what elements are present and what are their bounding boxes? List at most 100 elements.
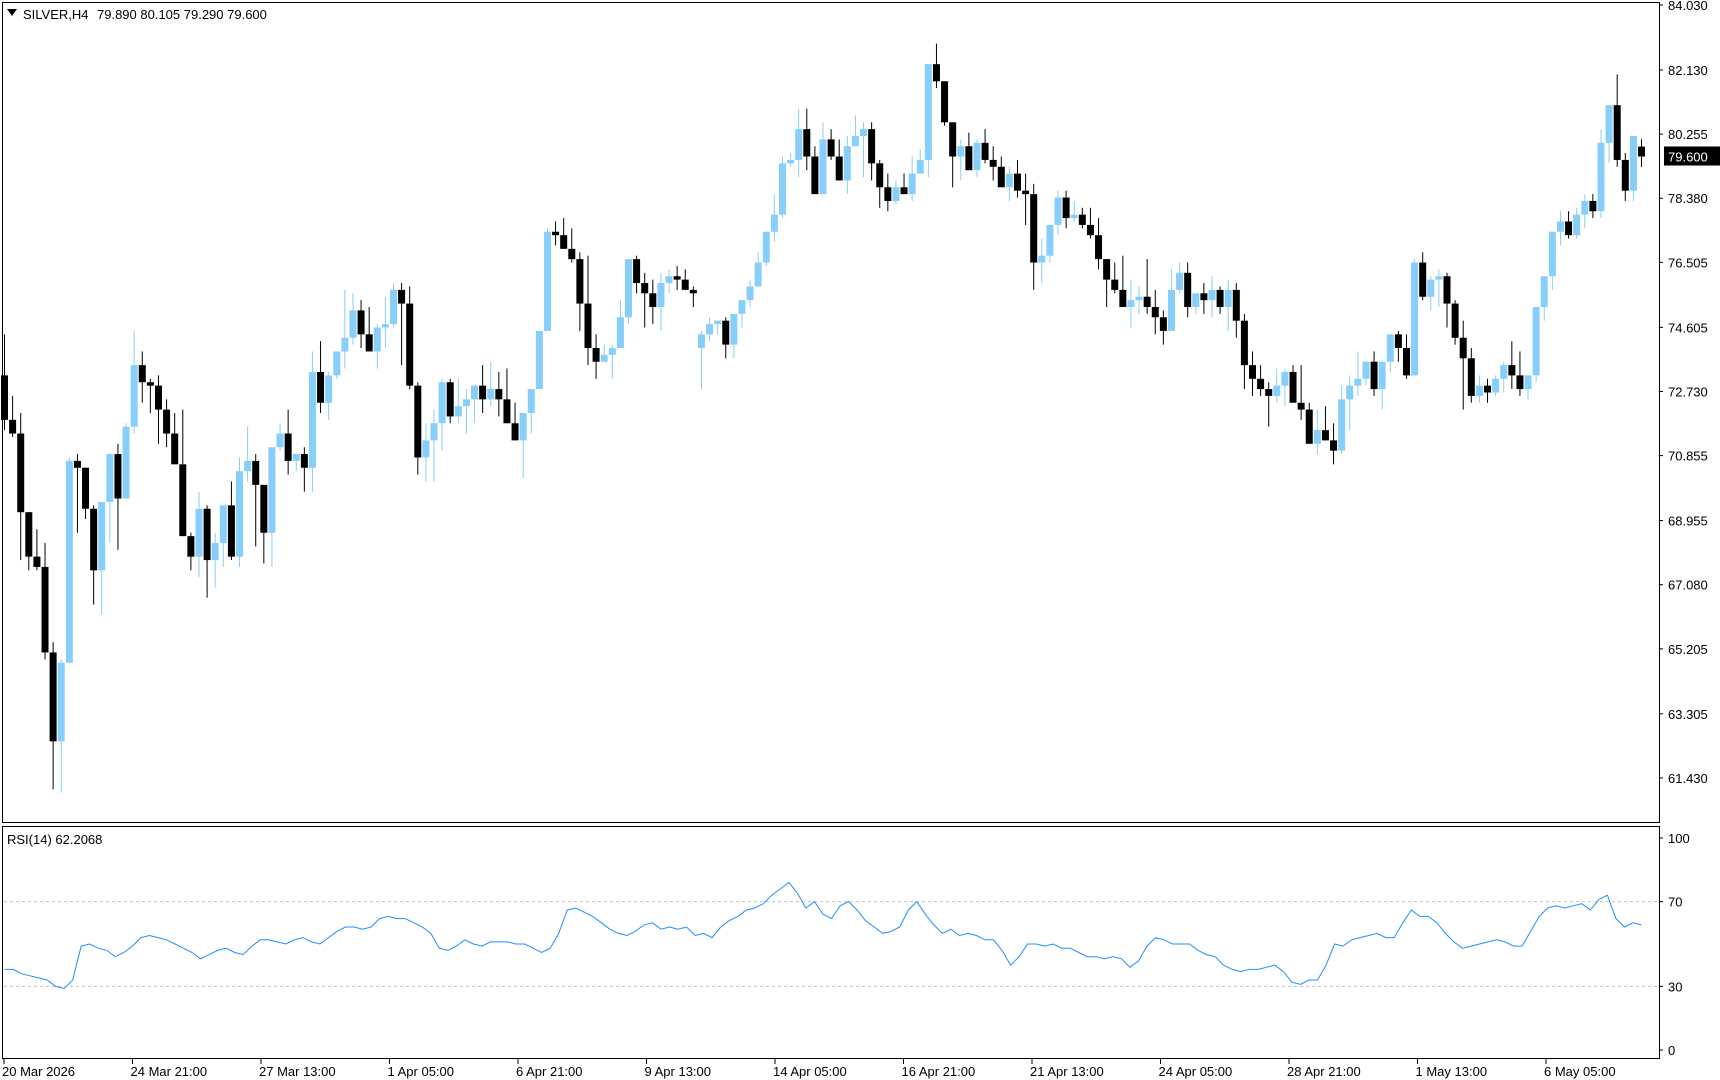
candle-body	[576, 259, 584, 304]
candle-body	[673, 276, 681, 280]
candle-body	[219, 505, 227, 543]
candle-body	[1249, 365, 1257, 379]
candle-body	[803, 129, 811, 157]
candle-body	[892, 187, 900, 201]
candle-body	[1629, 135, 1637, 191]
candle-body	[317, 371, 325, 403]
candle-body	[1370, 361, 1378, 390]
time-tick-label: 20 Mar 2026	[2, 1064, 75, 1079]
price-tick-label: 70.855	[1668, 449, 1708, 464]
candle-body	[138, 365, 146, 383]
candle-body	[471, 385, 479, 400]
candle	[333, 351, 341, 379]
candle-body	[1078, 214, 1086, 225]
candle-body	[1605, 105, 1613, 143]
candle-body	[1086, 224, 1094, 236]
candle-body	[1321, 430, 1329, 441]
candle-body	[1435, 276, 1443, 280]
candle-body	[835, 156, 843, 181]
candle-body	[811, 156, 819, 195]
candle-body	[1232, 289, 1240, 321]
candle-body	[57, 662, 65, 742]
time-tick-label: 6 Apr 21:00	[516, 1064, 583, 1079]
candle-body	[1265, 389, 1273, 396]
candle-body	[106, 454, 114, 502]
candle-body	[1030, 194, 1038, 263]
candle-body	[430, 423, 438, 441]
candle-body	[1273, 385, 1281, 396]
candle-body	[1508, 365, 1516, 376]
candle-body	[236, 471, 244, 557]
candle-body	[1289, 371, 1297, 403]
candle-body	[252, 460, 260, 485]
candle-body	[543, 231, 551, 331]
candle-body	[1516, 375, 1524, 390]
candle-body	[1119, 289, 1127, 307]
candle-body	[260, 484, 268, 533]
candle-body	[876, 163, 884, 188]
candle-body	[1143, 296, 1151, 307]
candle-body	[146, 382, 154, 386]
candle-body	[398, 289, 406, 304]
candle-body	[1556, 221, 1564, 232]
candle-body	[916, 159, 924, 174]
candle-body	[276, 433, 284, 448]
candle-body	[1330, 440, 1338, 451]
candle-body	[414, 385, 422, 458]
candle-body	[179, 464, 187, 537]
candle-body	[1613, 105, 1621, 160]
rsi-tick-label: 30	[1668, 979, 1682, 994]
candle	[236, 457, 244, 567]
candle-body	[1467, 358, 1475, 396]
candle-body	[268, 447, 276, 533]
candle-body	[333, 351, 341, 376]
time-tick-label: 9 Apr 13:00	[645, 1064, 712, 1079]
candle-body	[187, 536, 195, 557]
candle-body	[1103, 259, 1111, 280]
candle-body	[65, 460, 73, 663]
candle-body	[1297, 402, 1305, 410]
candle-body	[1565, 221, 1573, 236]
candle-body	[284, 433, 292, 461]
candle-body	[381, 324, 389, 328]
candle-body	[1005, 173, 1013, 188]
candle-body	[616, 317, 624, 349]
candle-body	[406, 303, 414, 386]
candle-body	[203, 508, 211, 561]
last-price-value: 79.600	[1668, 150, 1708, 165]
candle-body	[924, 64, 932, 160]
candle-body	[1443, 276, 1451, 304]
candle-body	[625, 259, 633, 318]
candle-body	[1095, 235, 1103, 260]
candle-body	[1046, 224, 1054, 256]
candle-body	[527, 389, 535, 414]
candle-body	[1013, 173, 1021, 191]
trading-chart[interactable]: 84.030 82.130 80.255 78.380 76.505 74.605 72.7…	[0, 0, 1720, 1080]
candle-body	[73, 460, 81, 468]
candle-body	[227, 505, 235, 557]
candle-body	[1524, 375, 1532, 390]
candle-body	[1492, 378, 1500, 393]
price-tick-label: 76.505	[1668, 255, 1708, 270]
candle-body	[300, 454, 308, 468]
candle-body	[1240, 320, 1248, 366]
candle-body	[1111, 279, 1119, 290]
candle-body	[357, 310, 365, 335]
candle-body	[1475, 385, 1483, 396]
price-tick-label: 63.305	[1668, 707, 1708, 722]
candle-body	[608, 348, 616, 355]
candle-body	[884, 187, 892, 201]
chart-background	[0, 0, 1720, 1080]
candle-body	[1281, 371, 1289, 386]
candle-body	[592, 348, 600, 362]
candle-body	[244, 460, 252, 472]
candle-body	[1054, 197, 1062, 225]
candle-body	[1386, 334, 1394, 362]
candle-body	[171, 433, 179, 465]
candle	[122, 423, 130, 499]
candle-body	[33, 556, 41, 567]
candle-body	[641, 283, 649, 294]
candle-body	[932, 64, 940, 82]
candle	[778, 156, 786, 219]
candle-body	[122, 426, 130, 499]
